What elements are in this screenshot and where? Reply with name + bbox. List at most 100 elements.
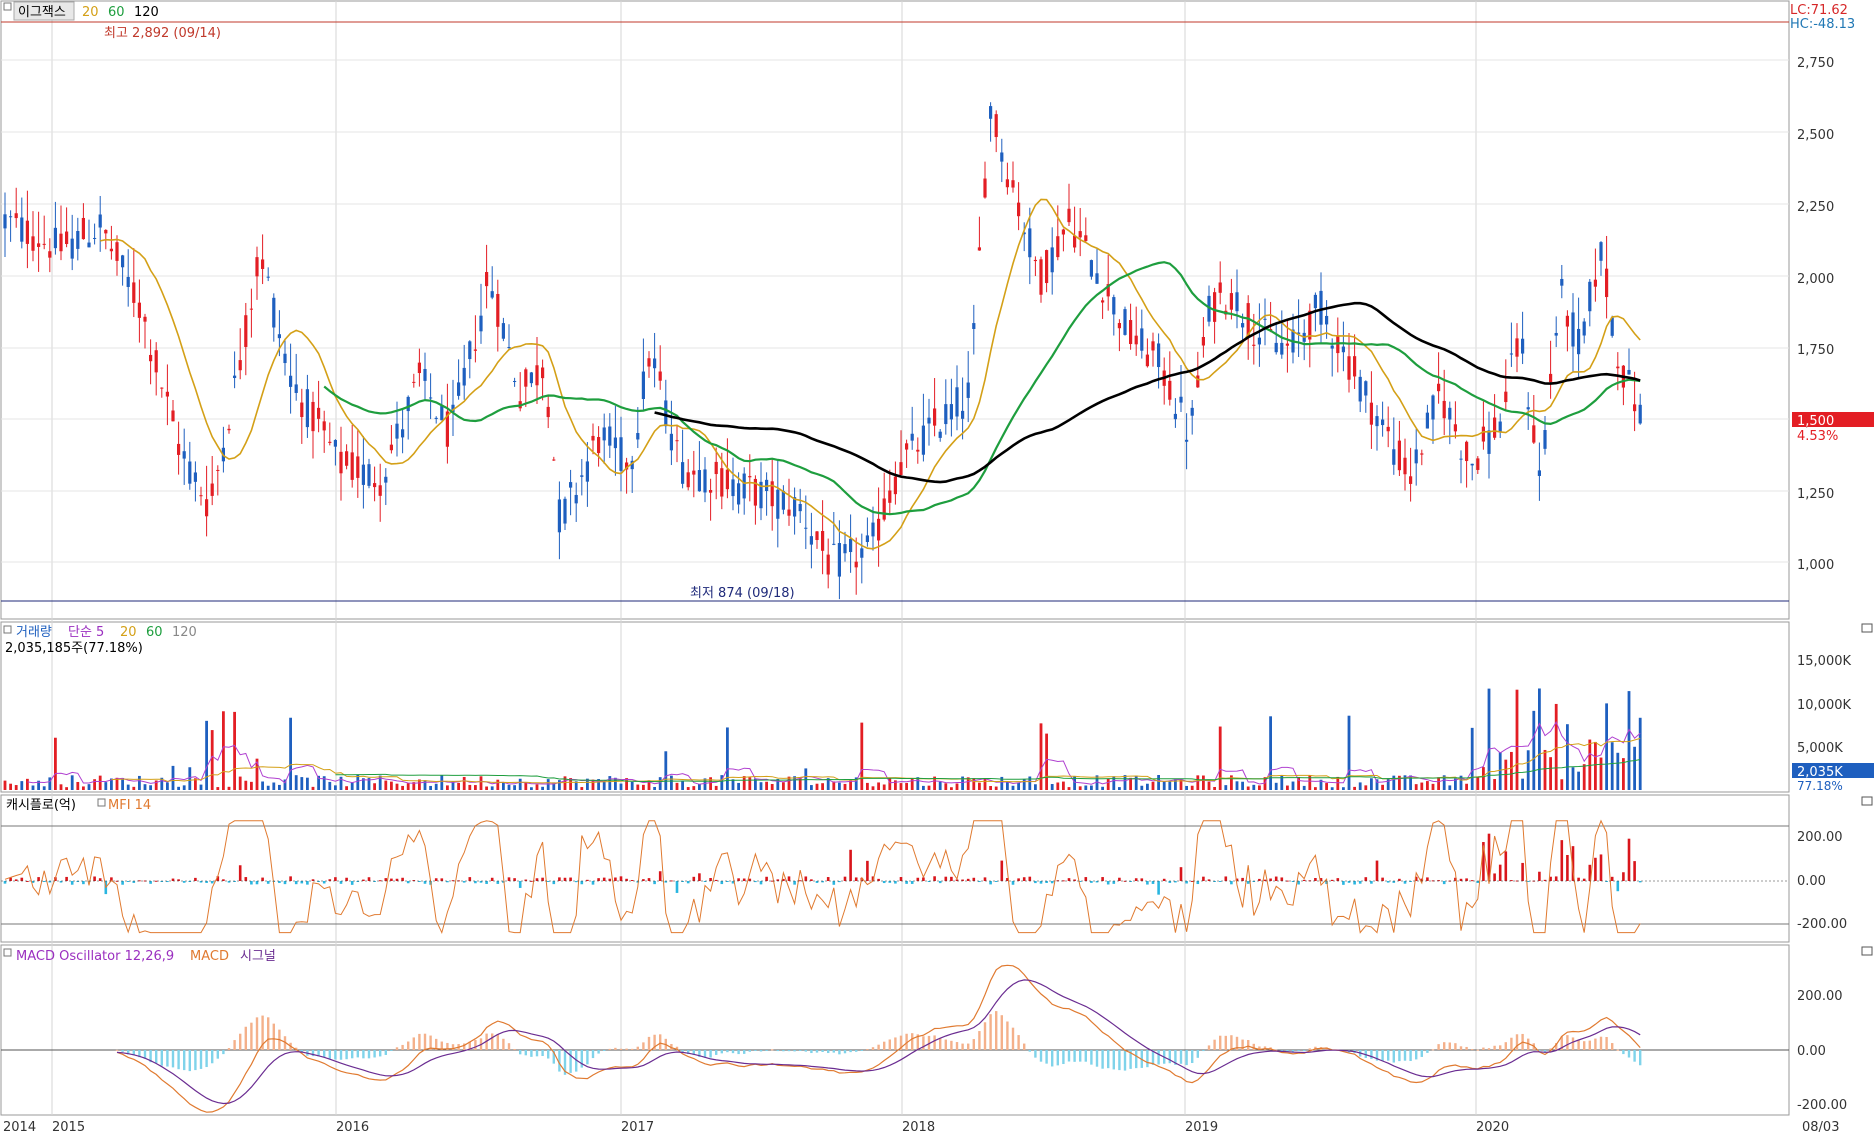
- macd-oscillator-bar: [1471, 1049, 1474, 1051]
- candle-body: [675, 440, 679, 442]
- current-price: 1,500: [1797, 414, 1834, 429]
- volume-bar: [132, 786, 136, 790]
- candle-body: [1257, 337, 1261, 345]
- cashflow-bar: [1426, 877, 1429, 881]
- panel-toggle-icon[interactable]: [3, 948, 12, 957]
- cashflow-bar: [1101, 877, 1104, 881]
- macd-oscillator-bar: [1045, 1050, 1048, 1064]
- cashflow-bar: [322, 881, 326, 884]
- candle-body: [709, 490, 713, 493]
- volume-bar: [675, 782, 679, 790]
- volume-bar: [630, 781, 634, 790]
- candle-body: [748, 476, 752, 478]
- cashflow-bar: [1336, 878, 1340, 881]
- volume-ma60: 60: [146, 625, 163, 640]
- volume-bar: [731, 779, 735, 790]
- candle-body: [188, 461, 192, 484]
- volume-bar: [759, 782, 763, 790]
- macd-oscillator-bar: [922, 1036, 925, 1050]
- macd-oscillator-bar: [183, 1050, 186, 1071]
- candle-body: [944, 404, 948, 425]
- cashflow-bar: [401, 877, 404, 881]
- candle-body: [1453, 424, 1457, 432]
- candle-body: [1459, 458, 1463, 460]
- volume-bar: [1134, 775, 1138, 790]
- cashflow-bar: [518, 881, 522, 888]
- macd-oscillator-bar: [1056, 1050, 1059, 1066]
- macd-oscillator-bar: [631, 1048, 634, 1050]
- candle-body: [821, 530, 825, 551]
- volume-bar: [1146, 783, 1149, 790]
- candle-body: [9, 216, 13, 218]
- volume-bar: [994, 786, 998, 790]
- macd-oscillator-bar: [871, 1047, 875, 1050]
- candle-body: [703, 469, 707, 493]
- candle-body: [3, 214, 7, 229]
- stock-name: 이그잭스: [18, 5, 66, 20]
- cashflow-bar: [121, 881, 124, 885]
- macd-oscillator-bar: [1577, 1040, 1580, 1050]
- candle-body: [339, 451, 343, 474]
- candle-body: [1325, 315, 1329, 325]
- cashflow-bar: [278, 881, 281, 884]
- cashflow-bar: [1594, 857, 1597, 881]
- volume-bar: [1616, 752, 1620, 790]
- volume-bar: [1521, 778, 1524, 790]
- candle-body: [1017, 202, 1021, 217]
- macd-oscillator-bar: [787, 1050, 791, 1052]
- macd-oscillator-bar: [961, 1043, 964, 1050]
- cashflow-bar: [647, 878, 651, 881]
- candle-body: [1638, 404, 1642, 424]
- volume-bar: [849, 780, 852, 790]
- panel-minimize-icon[interactable]: [1861, 796, 1873, 806]
- macd-oscillator-bar: [1073, 1050, 1076, 1062]
- volume-bar: [468, 784, 472, 790]
- macd-oscillator-bar: [647, 1036, 651, 1050]
- cashflow-bar: [1224, 876, 1228, 881]
- candle-body: [1319, 290, 1323, 325]
- volume-bar: [311, 786, 315, 790]
- candle-body: [669, 433, 673, 451]
- candle-body: [233, 375, 237, 379]
- candle-body: [367, 464, 371, 486]
- macd-oscillator-bar: [1482, 1047, 1485, 1050]
- panel-toggle-icon[interactable]: [97, 798, 106, 807]
- volume-bar: [446, 785, 449, 790]
- candle-body: [333, 440, 337, 447]
- volume-bar: [70, 775, 74, 790]
- signal-line: [116, 979, 1641, 1105]
- cashflow-bar: [423, 881, 427, 884]
- volume-bar: [899, 783, 903, 790]
- macd-oscillator-bar: [496, 1034, 499, 1050]
- candle-body: [737, 483, 741, 505]
- volume-y-axis: 15,000K 10,000K 5,000K: [1797, 654, 1851, 756]
- macd-oscillator-bar: [866, 1048, 869, 1050]
- volume-bar: [31, 785, 35, 790]
- candle-body: [1201, 336, 1205, 346]
- macd-oscillator-bar: [1515, 1034, 1519, 1050]
- candle-body: [238, 360, 242, 371]
- candle-body: [1633, 404, 1637, 412]
- panel-minimize-icon[interactable]: [1861, 946, 1873, 956]
- macd-oscillator-bar: [1247, 1040, 1250, 1050]
- x-tick: 2018: [902, 1120, 935, 1135]
- candle-body: [1565, 315, 1569, 327]
- cashflow-bar: [535, 878, 539, 881]
- candle-body: [1112, 297, 1116, 315]
- price-candles: [3, 102, 1642, 600]
- macd-oscillator-bar: [418, 1033, 421, 1050]
- candle-body: [507, 346, 511, 348]
- panel-minimize-icon[interactable]: [1861, 623, 1873, 633]
- macd-oscillator-bar: [507, 1043, 511, 1050]
- cashflow-bar: [171, 878, 175, 881]
- macd-oscillator-bar: [1487, 1048, 1491, 1050]
- candle-body: [871, 522, 875, 537]
- candle-body: [1599, 242, 1603, 261]
- panel-toggle-icon[interactable]: [3, 625, 12, 634]
- volume-bar: [810, 785, 813, 790]
- macd-oscillator-bar: [569, 1050, 572, 1073]
- cashflow-bar: [580, 881, 584, 885]
- panel-toggle-icon[interactable]: [3, 2, 12, 11]
- cashflow-bar: [210, 881, 214, 884]
- macd-y-axis: 200.00 0.00 -200.00: [1797, 989, 1847, 1113]
